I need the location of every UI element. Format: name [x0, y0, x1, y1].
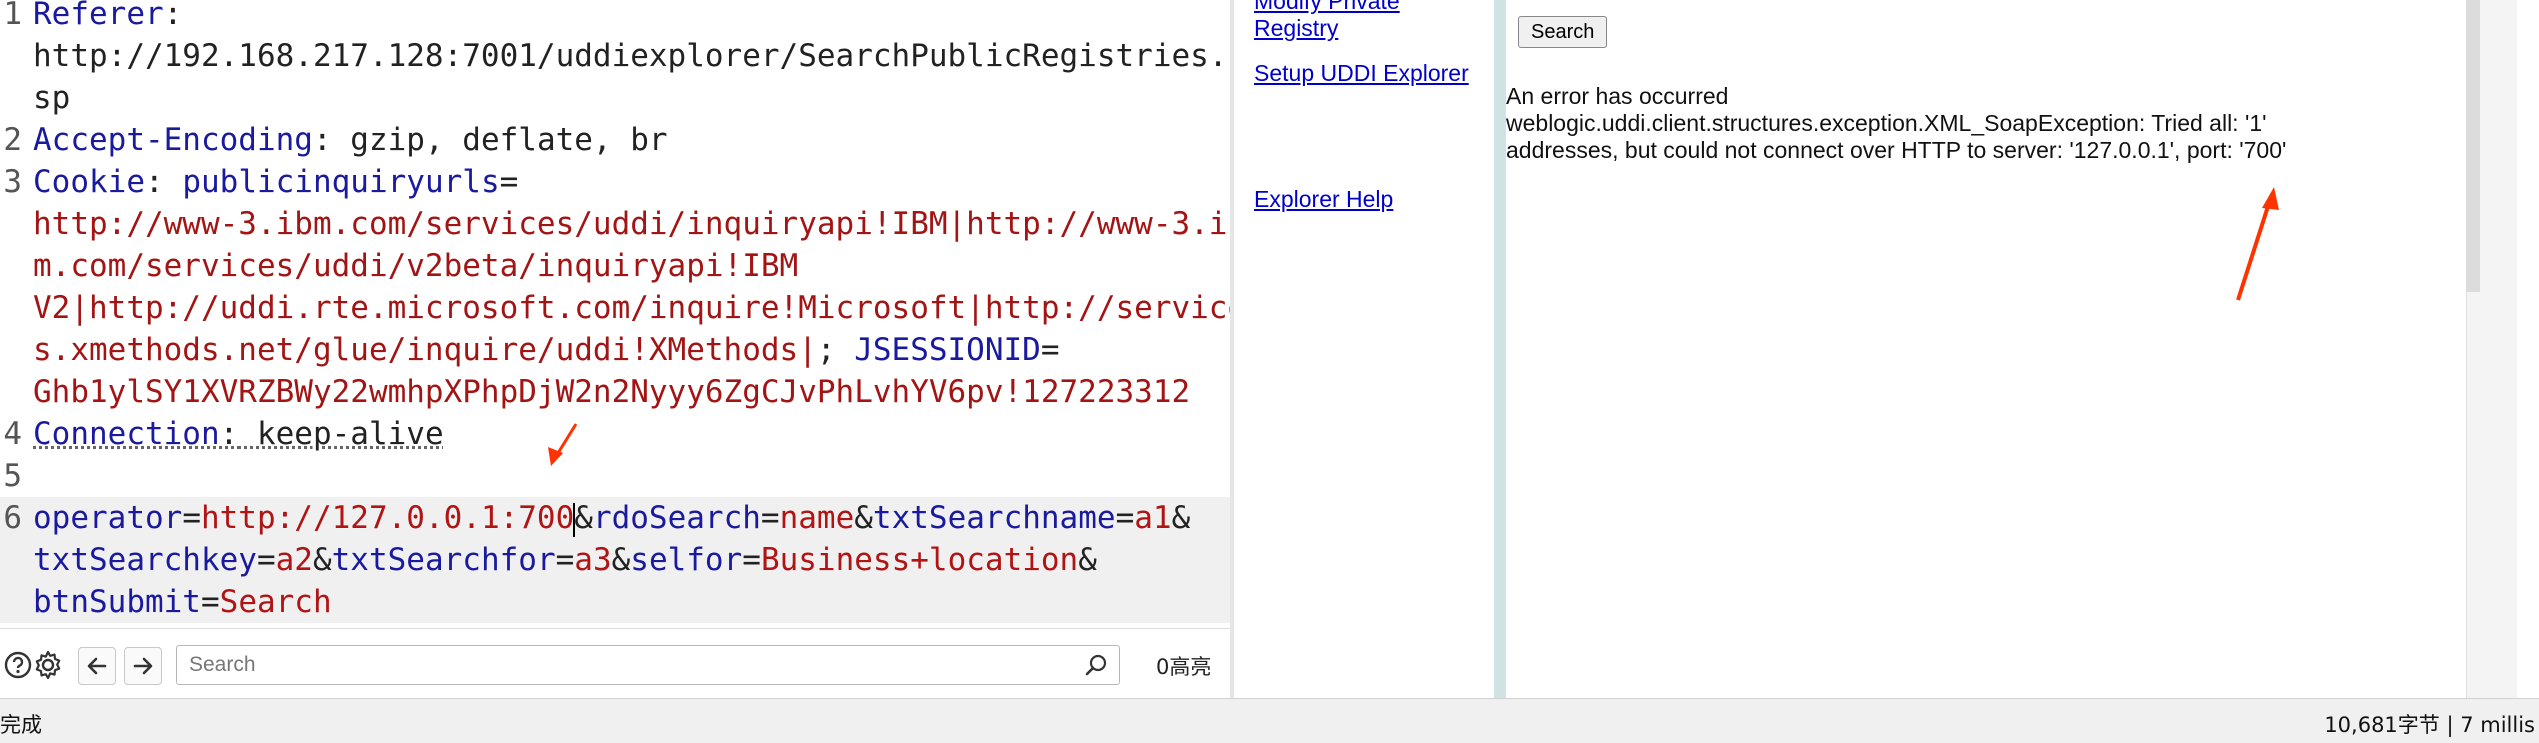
- param-name: rdoSearch: [592, 500, 761, 536]
- param-equals: =: [256, 542, 276, 578]
- header-value: http://192.168.217.128:7001/uddiexplorer…: [33, 38, 1230, 74]
- code-line-5: 5: [0, 455, 1230, 497]
- highlight-count: 0高亮: [1156, 655, 1212, 679]
- header-name: Cookie: [33, 164, 145, 200]
- header-value-wrap: sp: [33, 80, 71, 116]
- param-value: http://127.0.0.1:700: [200, 500, 575, 536]
- header-name: Accept-Encoding: [33, 122, 313, 158]
- search-button[interactable]: Search: [1518, 16, 1608, 48]
- param-equals: =: [182, 500, 201, 536]
- param-equals: =: [200, 584, 220, 620]
- error-message: An error has occurred weblogic.uddi.clie…: [1506, 83, 2436, 164]
- cookie-value-wrap: s.xmethods.net/glue/inquire/uddi!XMethod…: [33, 332, 817, 368]
- frame-separator: [1494, 0, 1506, 698]
- header-colon: :: [312, 122, 332, 158]
- param-ampersand: &: [1171, 500, 1191, 536]
- search-input[interactable]: [187, 646, 1051, 684]
- param-equals: =: [1115, 500, 1135, 536]
- line-number: 5: [3, 458, 22, 494]
- setup-uddi-explorer-link[interactable]: Setup UDDI Explorer: [1254, 60, 1484, 87]
- search-icon[interactable]: [1083, 652, 1109, 683]
- param-ampersand: &: [312, 542, 332, 578]
- gear-icon[interactable]: [30, 647, 66, 683]
- error-detail-line: weblogic.uddi.client.structures.exceptio…: [1506, 110, 2267, 136]
- param-ampersand: &: [574, 500, 593, 536]
- param-name: btnSubmit: [33, 584, 201, 620]
- param-value: a2: [275, 542, 313, 578]
- code-line-3: 3 Cookie: publicinquiryurls= http://www-…: [0, 161, 1230, 413]
- line-number: 2: [3, 122, 22, 158]
- code-line-2: 2 Accept-Encoding: gzip, deflate, br: [0, 119, 1230, 161]
- param-name: txtSearchname: [872, 500, 1116, 536]
- param-equals: =: [555, 542, 575, 578]
- param-name: selfor: [630, 542, 743, 578]
- header-colon: :: [219, 416, 239, 452]
- param-value: name: [779, 500, 855, 536]
- cookie-separator: ;: [816, 332, 855, 368]
- search-box: [176, 645, 1120, 685]
- header-colon: :: [144, 164, 164, 200]
- header-value: gzip, deflate, br: [331, 122, 668, 158]
- line-number: 4: [3, 416, 22, 452]
- status-bar: 完成 10,681字节 | 7 millis: [0, 698, 2539, 743]
- code-line-6: 6 operator=http://127.0.0.1:700&rdoSearc…: [0, 497, 1230, 623]
- line-number: 6: [3, 500, 22, 536]
- param-name: txtSearchfor: [331, 542, 556, 578]
- cookie-equals: =: [1040, 332, 1060, 368]
- header-name: Referer: [33, 0, 164, 32]
- error-title: An error has occurred: [1506, 83, 1729, 109]
- scrollbar-thumb[interactable]: [2466, 0, 2480, 292]
- line-number: 3: [3, 164, 22, 200]
- modify-private-registry-link[interactable]: Modify Private Registry: [1254, 0, 1484, 42]
- cookie-value-wrap: V2|http://uddi.rte.microsoft.com/inquire…: [33, 290, 1230, 326]
- header-colon: :: [163, 0, 183, 32]
- line-number: 1: [3, 0, 22, 32]
- param-equals: =: [742, 542, 761, 578]
- param-name: txtSearchkey: [33, 542, 257, 578]
- render-main-frame: Search An error has occurred weblogic.ud…: [1506, 0, 2466, 698]
- cookie-equals: =: [499, 164, 519, 200]
- header-name: Connection: [33, 416, 220, 452]
- code-line-4: 4 Connection: keep-alive: [0, 413, 1230, 455]
- arrow-right-icon[interactable]: [124, 647, 162, 685]
- param-ampersand: &: [854, 500, 873, 536]
- code-line-1: 1 Referer: http://192.168.217.128:7001/u…: [0, 0, 1230, 119]
- cookie-value: http://www-3.ibm.com/services/uddi/inqui…: [33, 206, 1230, 242]
- cookie-name: JSESSIONID: [854, 332, 1041, 368]
- param-equals: =: [760, 500, 780, 536]
- param-name: operator: [33, 500, 183, 536]
- cookie-value-wrap: m.com/services/uddi/v2beta/inquiryapi!IB…: [33, 248, 799, 284]
- response-size-timing: 10,681字节 | 7 millis: [2324, 713, 2535, 737]
- editor-toolbar: 0高亮: [0, 628, 1230, 699]
- cookie-value: Ghb1ylSY1XVRZBWy22wmhpXPhpDjW2n2Nyyy6ZgC…: [33, 374, 1191, 410]
- error-detail-line: addresses, but could not connect over HT…: [1506, 137, 2287, 163]
- param-value: Search: [219, 584, 332, 620]
- explorer-help-link[interactable]: Explorer Help: [1254, 186, 1484, 213]
- request-editor[interactable]: 1 Referer: http://192.168.217.128:7001/u…: [0, 0, 1230, 625]
- header-value: keep-alive: [238, 416, 444, 452]
- status-text: 完成: [0, 713, 42, 737]
- param-value: a3: [574, 542, 612, 578]
- cookie-name: publicinquiryurls: [182, 164, 500, 200]
- render-nav-frame: Modify Private Registry Setup UDDI Explo…: [1234, 0, 1494, 698]
- param-value: Business+location: [760, 542, 1079, 578]
- param-ampersand: &: [1078, 542, 1097, 578]
- arrow-left-icon[interactable]: [78, 647, 116, 685]
- param-ampersand: &: [611, 542, 631, 578]
- param-value: a1: [1134, 500, 1172, 536]
